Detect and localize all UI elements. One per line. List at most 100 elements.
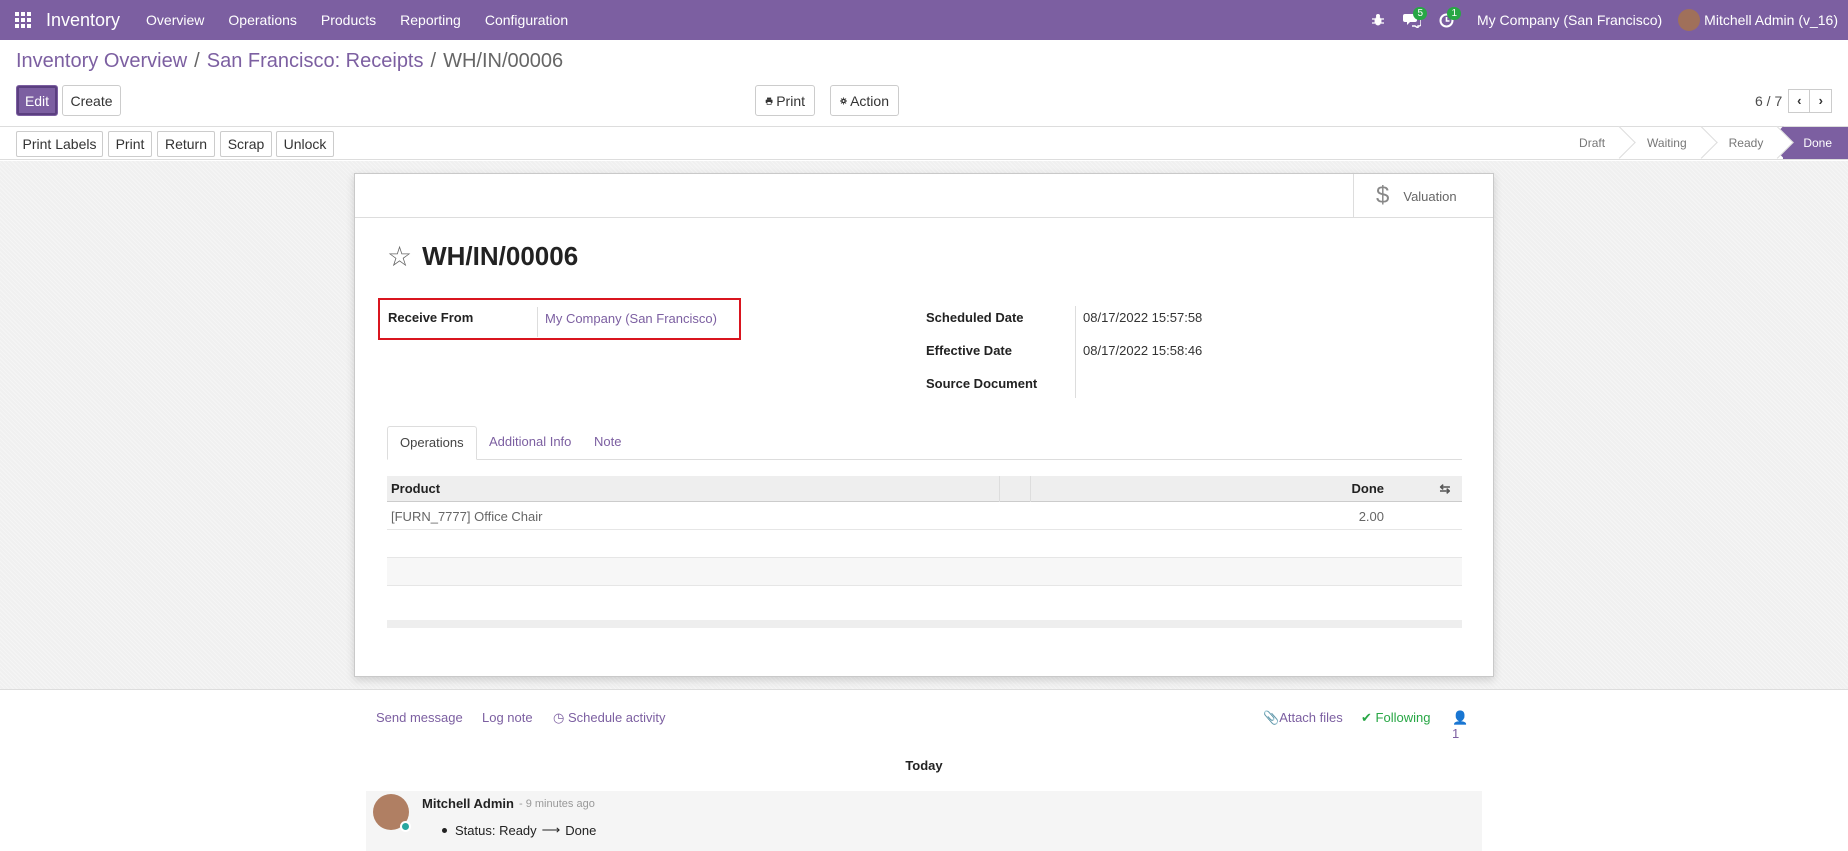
action-label: Action bbox=[850, 92, 889, 109]
company-switcher[interactable]: My Company (San Francisco) bbox=[1463, 12, 1678, 28]
message-body: Status: Ready ⟶ Done bbox=[442, 822, 596, 838]
menu-configuration[interactable]: Configuration bbox=[473, 0, 580, 40]
row-product: [FURN_7777] Office Chair bbox=[391, 509, 543, 524]
breadcrumb-separator: / bbox=[194, 50, 200, 72]
schedule-activity-button[interactable]: ◷ Schedule activity bbox=[553, 710, 666, 726]
chatter-topbar: Send message Log note ◷ Schedule activit… bbox=[376, 710, 1472, 741]
receive-from-value[interactable]: My Company (San Francisco) bbox=[545, 311, 717, 326]
breadcrumb-inventory-overview[interactable]: Inventory Overview bbox=[16, 50, 187, 73]
effective-date-label: Effective Date bbox=[926, 343, 1012, 358]
smart-button-box: $ Valuation bbox=[355, 174, 1493, 218]
following-button[interactable]: ✔ Following bbox=[1361, 710, 1430, 726]
top-navbar: Inventory Overview Operations Products R… bbox=[0, 0, 1848, 40]
user-name: Mitchell Admin (v_16) bbox=[1704, 12, 1838, 28]
operations-table: Product Done ⇆ [FURN_7777] Office Chair … bbox=[387, 476, 1462, 628]
column-header-done[interactable]: Done bbox=[1352, 481, 1385, 496]
tab-operations[interactable]: Operations bbox=[387, 426, 477, 460]
message-author-avatar[interactable] bbox=[373, 794, 411, 832]
gear-icon bbox=[840, 96, 848, 105]
messages-icon[interactable]: 5 bbox=[1395, 0, 1429, 40]
record-title: WH/IN/00006 bbox=[422, 241, 579, 271]
activities-badge: 1 bbox=[1447, 7, 1461, 20]
attach-files-label: Attach files bbox=[1279, 710, 1343, 725]
scrap-button[interactable]: Scrap bbox=[220, 131, 272, 157]
field-separator bbox=[1075, 306, 1076, 398]
optional-columns-icon[interactable]: ⇆ bbox=[1428, 481, 1462, 497]
arrow-right-icon: ⟶ bbox=[541, 822, 561, 837]
breadcrumb-separator: / bbox=[430, 50, 437, 72]
unlock-button[interactable]: Unlock bbox=[276, 131, 334, 157]
column-header-product[interactable]: Product bbox=[391, 481, 440, 496]
table-footer bbox=[387, 620, 1462, 628]
send-message-button[interactable]: Send message bbox=[376, 710, 463, 725]
notebook-tabs: Operations Additional Info Note bbox=[387, 426, 1462, 460]
following-label: Following bbox=[1375, 710, 1431, 725]
clock-icon: ◷ bbox=[553, 710, 565, 725]
effective-date-value: 08/17/2022 15:58:46 bbox=[1083, 343, 1203, 358]
pager-next-icon[interactable]: › bbox=[1810, 88, 1833, 113]
breadcrumb: Inventory Overview / San Francisco: Rece… bbox=[16, 50, 563, 73]
tab-note[interactable]: Note bbox=[582, 426, 633, 460]
attach-files-button[interactable]: 📎Attach files bbox=[1263, 710, 1343, 726]
form-sheet: $ Valuation ☆ WH/IN/00006 Receive From M… bbox=[354, 173, 1494, 677]
field-separator bbox=[537, 307, 538, 337]
bullet-icon bbox=[442, 827, 447, 833]
edit-button[interactable]: Edit bbox=[16, 85, 58, 116]
paperclip-icon: 📎 bbox=[1263, 710, 1280, 725]
valuation-label: Valuation bbox=[1403, 188, 1457, 204]
column-divider bbox=[999, 476, 1000, 502]
user-icon: 👤 bbox=[1452, 710, 1469, 725]
stage-draft: Draft bbox=[1557, 127, 1625, 159]
scheduled-date-label: Scheduled Date bbox=[926, 310, 1024, 325]
dollar-icon: $ bbox=[1376, 182, 1390, 209]
menu-overview[interactable]: Overview bbox=[134, 0, 216, 40]
row-done-quantity: 2.00 bbox=[1358, 509, 1384, 524]
message-old-status: Status: Ready bbox=[455, 822, 537, 838]
chatter-message: Mitchell Admin - 9 minutes ago Status: R… bbox=[366, 791, 1482, 851]
message-author[interactable]: Mitchell Admin bbox=[422, 796, 514, 811]
breadcrumb-receipts[interactable]: San Francisco: Receipts bbox=[207, 50, 424, 73]
pager: 6 / 7 ‹ › bbox=[1755, 85, 1833, 116]
online-status-icon bbox=[400, 821, 411, 832]
printer-icon bbox=[765, 97, 773, 105]
followers-count: 1 bbox=[1452, 726, 1460, 741]
messages-badge: 5 bbox=[1413, 7, 1427, 20]
message-date: - 9 minutes ago bbox=[519, 798, 595, 810]
apps-menu-icon[interactable] bbox=[0, 0, 46, 40]
print-dropdown-button[interactable]: Print bbox=[755, 85, 815, 116]
tab-additional-info[interactable]: Additional Info bbox=[477, 426, 583, 460]
menu-products[interactable]: Products bbox=[309, 0, 388, 40]
pager-previous-icon[interactable]: ‹ bbox=[1788, 88, 1811, 113]
message-new-status: Done bbox=[565, 822, 597, 838]
user-avatar bbox=[1678, 9, 1701, 31]
create-button[interactable]: Create bbox=[62, 85, 121, 116]
print-button[interactable]: Print bbox=[108, 131, 152, 157]
check-icon: ✔ bbox=[1361, 710, 1372, 725]
column-divider bbox=[1030, 476, 1031, 502]
print-labels-button[interactable]: Print Labels bbox=[16, 131, 103, 157]
breadcrumb-current: WH/IN/00006 bbox=[443, 50, 564, 72]
action-dropdown-button[interactable]: Action bbox=[830, 85, 899, 116]
scheduled-date-value: 08/17/2022 15:57:58 bbox=[1083, 310, 1203, 325]
bug-icon[interactable] bbox=[1361, 0, 1395, 40]
table-row[interactable]: [FURN_7777] Office Chair 2.00 bbox=[387, 502, 1462, 530]
activities-clock-icon[interactable]: 1 bbox=[1429, 0, 1463, 40]
table-empty-row bbox=[387, 530, 1462, 558]
schedule-activity-label: Schedule activity bbox=[567, 710, 666, 725]
followers-button[interactable]: 👤 1 bbox=[1452, 710, 1472, 741]
app-brand[interactable]: Inventory bbox=[46, 10, 120, 31]
return-button[interactable]: Return bbox=[157, 131, 215, 157]
log-note-button[interactable]: Log note bbox=[482, 710, 533, 725]
menu-operations[interactable]: Operations bbox=[216, 0, 308, 40]
status-bar: Print Labels Print Return Scrap Unlock D… bbox=[0, 126, 1848, 160]
pager-value[interactable]: 6 / 7 bbox=[1755, 93, 1782, 109]
valuation-smart-button[interactable]: $ Valuation bbox=[1353, 174, 1493, 218]
user-menu[interactable]: Mitchell Admin (v_16) bbox=[1678, 9, 1848, 31]
menu-reporting[interactable]: Reporting bbox=[388, 0, 473, 40]
date-separator: Today bbox=[905, 758, 943, 773]
stage-ready: Ready bbox=[1707, 127, 1784, 159]
star-icon[interactable]: ☆ bbox=[387, 240, 412, 273]
print-label: Print bbox=[776, 92, 805, 109]
record-title-row: ☆ WH/IN/00006 bbox=[387, 240, 578, 273]
stage-waiting: Waiting bbox=[1625, 127, 1707, 159]
